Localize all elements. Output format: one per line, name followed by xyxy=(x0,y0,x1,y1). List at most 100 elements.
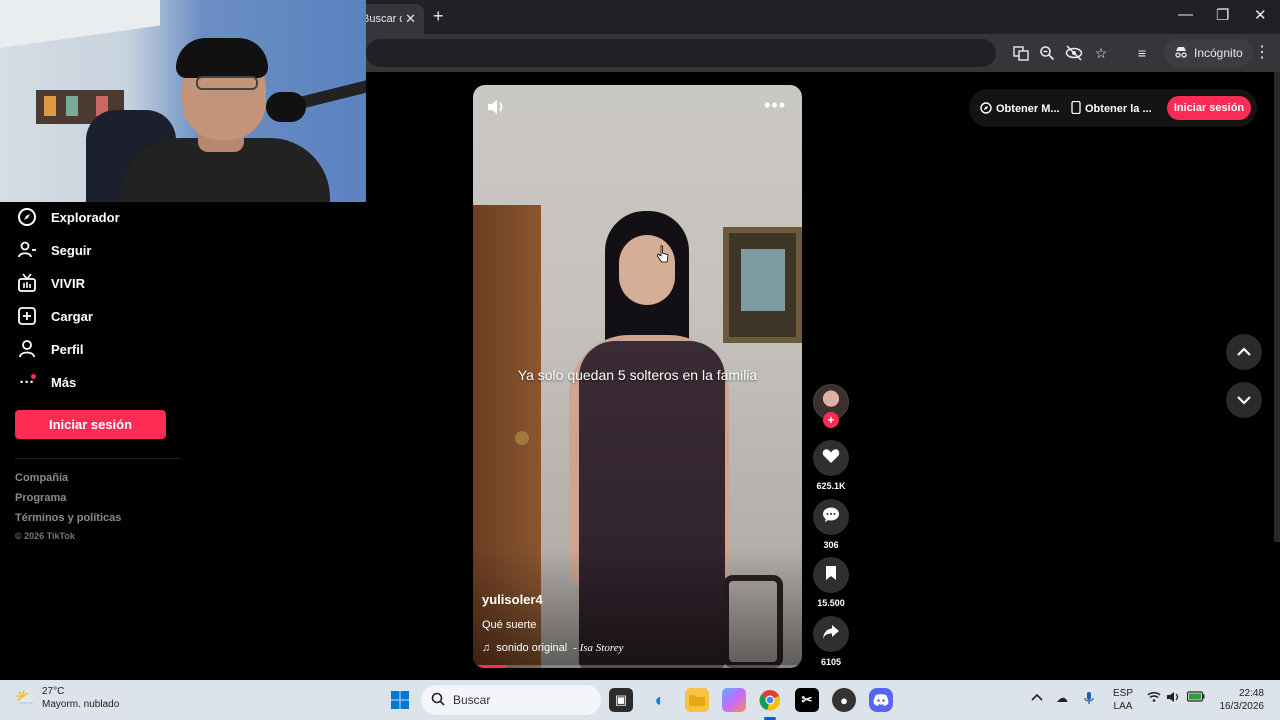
sidebar-divider xyxy=(15,458,181,459)
webcam-person-glasses xyxy=(196,76,258,90)
get-mobile-app-button[interactable]: Obtener la ... xyxy=(1071,98,1152,120)
windows-start-icon[interactable] xyxy=(388,688,412,712)
sound-artist: - Isa Storey xyxy=(573,642,624,654)
comment-count: 306 xyxy=(823,540,839,550)
video-scene-frame-inner xyxy=(741,249,785,311)
copilot-icon[interactable] xyxy=(722,688,746,712)
sidebar-item-explorador[interactable]: Explorador xyxy=(15,205,120,229)
sidebar-item-cargar[interactable]: Cargar xyxy=(15,304,93,328)
eye-off-icon[interactable] xyxy=(1065,44,1083,62)
language-code: ESP xyxy=(1113,688,1134,699)
video-progress-fill xyxy=(473,665,506,668)
sidebar-item-seguir[interactable]: Seguir xyxy=(15,238,91,262)
translate-icon[interactable] xyxy=(1012,44,1030,62)
share-button[interactable] xyxy=(813,616,849,652)
incognito-badge[interactable]: Incógnito xyxy=(1164,39,1253,67)
zoom-icon[interactable] xyxy=(1038,44,1056,62)
address-bar[interactable] xyxy=(366,39,996,67)
sidebar-item-label: Seguir xyxy=(51,242,92,258)
sidebar-item-label: Cargar xyxy=(51,308,93,324)
task-view-icon[interactable]: ▣ xyxy=(609,688,633,712)
sidebar-item-label: Perfil xyxy=(51,341,84,357)
sidebar-item-label: VIVIR xyxy=(51,275,85,291)
battery-icon[interactable] xyxy=(1186,691,1205,705)
sound-label: sonido original xyxy=(496,642,568,654)
clock-date: 16/3/2026 xyxy=(1219,701,1265,712)
close-icon[interactable]: ✕ xyxy=(1254,6,1267,24)
follow-plus-icon[interactable]: + xyxy=(823,412,839,428)
browser-menu-icon[interactable]: ⋮ xyxy=(1254,42,1270,62)
screen: Buscar co ✕ + — ❐ ✕ ☆ ≡ Incógnito ⋮ xyxy=(0,0,1280,720)
tab-close-icon[interactable]: ✕ xyxy=(405,11,416,27)
minimize-icon[interactable]: — xyxy=(1178,6,1193,23)
chevron-down-icon xyxy=(1237,392,1251,408)
get-mobile-app-label: Obtener la ... xyxy=(1085,103,1152,115)
mouse-cursor-icon xyxy=(657,245,669,263)
video-scene-picture-frame xyxy=(723,227,802,343)
volume-icon[interactable] xyxy=(487,99,505,120)
video-sound[interactable]: ♫ sonido original - Isa Storey xyxy=(482,642,624,654)
get-app-button[interactable]: Obtener M... xyxy=(980,98,1060,120)
chrome-icon[interactable] xyxy=(758,688,782,712)
like-count: 625.1K xyxy=(816,481,846,491)
webcam-ceiling xyxy=(0,0,160,48)
obs-icon[interactable]: ● xyxy=(832,688,856,712)
tab-title: Buscar co xyxy=(362,13,402,25)
bookmark-star-icon[interactable]: ☆ xyxy=(1092,44,1110,62)
video-progress-bar[interactable] xyxy=(473,665,802,668)
notification-dot xyxy=(31,374,36,379)
file-explorer-icon[interactable] xyxy=(685,688,709,712)
header-login-button[interactable]: Iniciar sesión xyxy=(1167,96,1251,120)
video-scene-doorknob xyxy=(515,431,529,445)
new-tab-icon[interactable]: + xyxy=(433,6,444,27)
save-button[interactable] xyxy=(813,557,849,593)
page-scrollbar[interactable] xyxy=(1274,72,1280,542)
get-app-label: Obtener M... xyxy=(996,103,1060,115)
video-more-icon[interactable]: ••• xyxy=(764,95,786,116)
wifi-icon[interactable] xyxy=(1147,691,1161,706)
weather-condition: Mayorm. nublado xyxy=(42,699,120,710)
share-arrow-icon xyxy=(822,624,840,645)
microphone-icon[interactable] xyxy=(1084,691,1094,708)
chevron-up-icon xyxy=(1237,344,1251,360)
comment-button[interactable] xyxy=(813,499,849,535)
discord-icon[interactable] xyxy=(869,688,893,712)
edge-icon[interactable]: ◐ xyxy=(648,688,672,712)
input-language[interactable]: ESP LAA xyxy=(1113,687,1133,713)
sidebar-item-label: Explorador xyxy=(51,209,120,225)
save-count: 15.500 xyxy=(817,598,845,608)
partly-cloudy-icon: ⛅ xyxy=(15,690,35,707)
footer-link-terms[interactable]: Términos y políticas xyxy=(15,512,121,524)
reading-list-icon[interactable]: ≡ xyxy=(1133,44,1151,62)
heart-icon xyxy=(822,448,840,469)
onedrive-icon[interactable]: ☁ xyxy=(1056,691,1068,705)
more-dots-icon: ··· xyxy=(19,373,35,391)
next-video-button[interactable] xyxy=(1226,382,1262,418)
capcut-icon[interactable]: ✂ xyxy=(795,688,819,712)
video-player[interactable]: ••• Ya solo quedan 5 solteros en la fami… xyxy=(473,85,802,668)
tray-chevron-up-icon[interactable] xyxy=(1031,691,1043,705)
restore-icon[interactable]: ❐ xyxy=(1216,6,1229,24)
weather-widget[interactable]: ⛅ 27°C Mayorm. nublado xyxy=(14,685,119,711)
video-username[interactable]: yulisoler4 xyxy=(482,592,543,607)
webcam-overlay xyxy=(0,0,366,202)
compass-icon xyxy=(15,205,39,229)
webcam-mic-arm xyxy=(295,78,366,110)
music-note-icon: ♫ xyxy=(482,642,491,654)
system-clock[interactable]: 22:48 16/3/2026 xyxy=(1214,687,1265,713)
weather-text: 27°C Mayorm. nublado xyxy=(42,685,119,711)
incognito-label: Incógnito xyxy=(1194,46,1243,60)
taskbar-search[interactable]: Buscar xyxy=(421,685,601,715)
footer-link-company[interactable]: Compañía xyxy=(15,472,68,484)
sidebar-login-button[interactable]: Iniciar sesión xyxy=(15,410,166,439)
like-button[interactable] xyxy=(813,440,849,476)
sidebar-item-mas[interactable]: ··· Más xyxy=(15,370,77,394)
bookmark-icon xyxy=(825,565,837,586)
sidebar-item-perfil[interactable]: Perfil xyxy=(15,337,84,361)
speaker-icon[interactable] xyxy=(1166,691,1180,706)
live-tv-icon xyxy=(15,271,39,295)
previous-video-button[interactable] xyxy=(1226,334,1262,370)
footer-link-program[interactable]: Programa xyxy=(15,492,66,504)
sidebar-item-vivir[interactable]: VIVIR xyxy=(15,271,85,295)
sidebar-item-label: Más xyxy=(51,374,77,390)
